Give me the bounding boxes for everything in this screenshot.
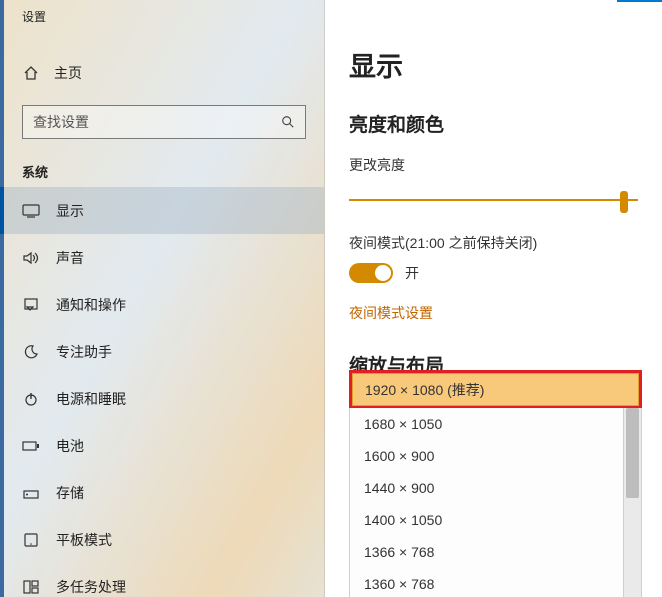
accent-bar xyxy=(617,0,662,2)
home-button[interactable]: 主页 xyxy=(4,59,324,87)
sidebar-item-storage[interactable]: 存储 xyxy=(0,469,324,516)
sidebar-item-label: 多任务处理 xyxy=(56,577,126,597)
sidebar-item-label: 声音 xyxy=(56,248,84,268)
sidebar-section-label: 系统 xyxy=(22,162,324,181)
sound-icon xyxy=(22,251,40,265)
sidebar-item-label: 电池 xyxy=(56,436,84,456)
resolution-option[interactable]: 1366 × 768 xyxy=(350,536,641,568)
search-icon xyxy=(281,115,295,129)
toggle-knob xyxy=(375,265,391,281)
resolution-option[interactable]: 1680 × 1050 xyxy=(350,408,641,440)
sidebar-item-display[interactable]: 显示 xyxy=(0,187,324,234)
resolution-option[interactable]: 1400 × 1050 xyxy=(350,504,641,536)
home-label: 主页 xyxy=(54,63,82,83)
notifications-icon xyxy=(22,297,40,313)
multitask-icon xyxy=(22,580,40,594)
resolution-dropdown-list: 1680 × 1050 1600 × 900 1440 × 900 1400 ×… xyxy=(349,408,642,597)
sidebar-item-label: 通知和操作 xyxy=(56,295,126,315)
night-light-label: 夜间模式(21:00 之前保持关闭) xyxy=(349,233,662,253)
storage-icon xyxy=(22,486,40,500)
brightness-label: 更改亮度 xyxy=(349,155,662,175)
sidebar-item-label: 专注助手 xyxy=(56,342,112,362)
night-light-toggle[interactable] xyxy=(349,263,393,283)
resolution-dropdown-highlight: 1920 × 1080 (推荐) xyxy=(349,370,642,409)
battery-icon xyxy=(22,440,40,452)
resolution-option[interactable]: 1360 × 768 xyxy=(350,568,641,597)
brightness-section-heading: 亮度和颜色 xyxy=(349,110,662,137)
scrollbar-thumb[interactable] xyxy=(626,408,639,498)
sidebar-panel: 设置 主页 系统 显示 声音 通知和操作 专注助手 xyxy=(0,0,325,597)
night-light-settings-link[interactable]: 夜间模式设置 xyxy=(349,303,662,323)
display-icon xyxy=(22,204,40,218)
page-title: 显示 xyxy=(349,45,662,84)
slider-track-line xyxy=(349,199,638,201)
sidebar-item-battery[interactable]: 电池 xyxy=(0,422,324,469)
sidebar-item-label: 电源和睡眠 xyxy=(56,389,126,409)
sidebar-item-label: 显示 xyxy=(56,201,84,221)
sidebar-item-notifications[interactable]: 通知和操作 xyxy=(0,281,324,328)
moon-icon xyxy=(22,344,40,360)
search-box[interactable] xyxy=(22,105,306,139)
resolution-option[interactable]: 1600 × 900 xyxy=(350,440,641,472)
toggle-state-label: 开 xyxy=(405,263,419,283)
sidebar-item-label: 平板模式 xyxy=(56,530,112,550)
home-icon xyxy=(22,65,40,81)
sidebar-item-multitasking[interactable]: 多任务处理 xyxy=(0,563,324,597)
brightness-slider[interactable] xyxy=(349,191,638,209)
tablet-icon xyxy=(22,533,40,547)
sidebar-item-tablet-mode[interactable]: 平板模式 xyxy=(0,516,324,563)
sidebar-item-power-sleep[interactable]: 电源和睡眠 xyxy=(0,375,324,422)
window-title: 设置 xyxy=(4,0,324,25)
sidebar-item-focus-assist[interactable]: 专注助手 xyxy=(0,328,324,375)
dropdown-scrollbar[interactable] xyxy=(623,408,641,597)
sidebar-item-label: 存储 xyxy=(56,483,84,503)
slider-thumb[interactable] xyxy=(620,191,628,213)
sidebar-item-sound[interactable]: 声音 xyxy=(0,234,324,281)
resolution-option[interactable]: 1440 × 900 xyxy=(350,472,641,504)
search-input[interactable] xyxy=(33,114,281,130)
power-icon xyxy=(22,391,40,407)
resolution-selected[interactable]: 1920 × 1080 (推荐) xyxy=(352,373,639,406)
resolution-selected-label: 1920 × 1080 (推荐) xyxy=(365,380,484,400)
